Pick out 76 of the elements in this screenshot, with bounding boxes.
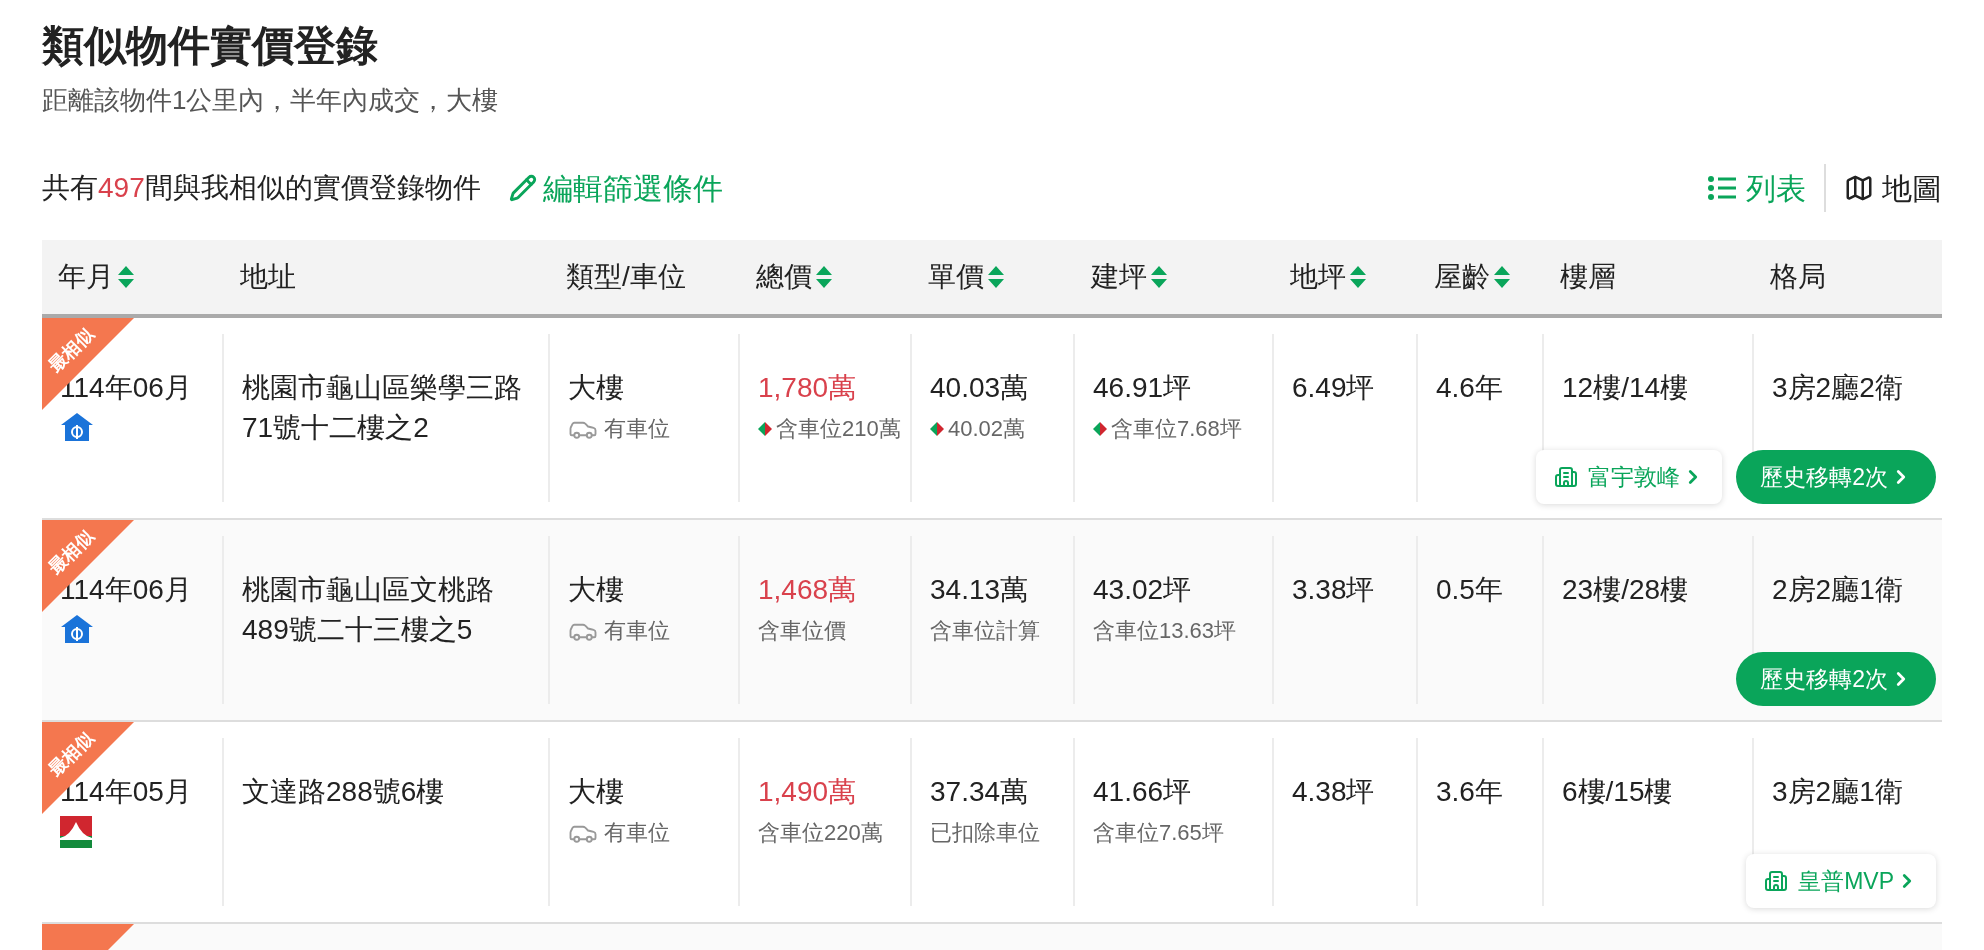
result-count-text: 共有497間與我相似的實價登錄物件 bbox=[42, 171, 481, 205]
mountain-logo-icon bbox=[60, 816, 92, 848]
age-text: 0.5年 bbox=[1436, 573, 1504, 607]
building-area-note: 含車位13.63坪 bbox=[1093, 617, 1237, 645]
list-icon bbox=[1708, 175, 1736, 201]
page-title: 類似物件實價登錄 bbox=[42, 21, 379, 71]
view-tab[interactable]: 地圖 bbox=[1844, 165, 1942, 211]
building-icon bbox=[1554, 465, 1579, 489]
view-tab[interactable]: 列表 bbox=[1708, 165, 1806, 211]
total-price-note: 含車位210萬 bbox=[776, 415, 901, 443]
history-button[interactable]: 歷史移轉2次 bbox=[1736, 450, 1936, 504]
diamond-icon bbox=[930, 422, 944, 436]
column-header: 總價 bbox=[756, 260, 812, 294]
parking-text: 有車位 bbox=[604, 819, 670, 847]
building-icon bbox=[1764, 869, 1789, 893]
column-header: 單價 bbox=[928, 260, 984, 294]
unit-price-note: 含車位計算 bbox=[930, 617, 1040, 645]
parking-text: 有車位 bbox=[604, 415, 670, 443]
column-header: 樓層 bbox=[1560, 260, 1616, 294]
unit-price-text: 40.03萬 bbox=[930, 371, 1030, 405]
land-area-text: 4.38坪 bbox=[1292, 775, 1376, 809]
sort-icon[interactable] bbox=[815, 265, 833, 289]
address-text: 桃園市龜山區樂學三路71號十二樓之2 bbox=[242, 371, 523, 445]
diamond-icon bbox=[1093, 422, 1107, 436]
bank-house-icon bbox=[60, 412, 94, 442]
address-text: 桃園市龜山區文桃路489號二十三樓之5 bbox=[242, 573, 495, 647]
total-price-text: 1,780萬 bbox=[758, 371, 858, 405]
layout-text: 3房2廳2衛 bbox=[1772, 371, 1904, 405]
column-header: 建坪 bbox=[1091, 260, 1147, 294]
building-area-text: 43.02坪 bbox=[1093, 573, 1193, 607]
pencil-icon bbox=[508, 174, 537, 202]
edit-filter-link[interactable]: 編輯篩選條件 bbox=[508, 165, 723, 211]
community-button[interactable]: 富宇敦峰 bbox=[1536, 450, 1723, 504]
column-header: 地址 bbox=[240, 260, 296, 294]
age-text: 3.6年 bbox=[1436, 775, 1504, 809]
column-header: 屋齡 bbox=[1434, 260, 1490, 294]
community-button[interactable]: 皇普MVP bbox=[1746, 854, 1936, 908]
column-header: 年月 bbox=[58, 260, 114, 294]
history-button[interactable]: 歷史移轉2次 bbox=[1736, 652, 1936, 706]
sort-icon[interactable] bbox=[1150, 265, 1168, 289]
total-price-text: 1,468萬 bbox=[758, 573, 858, 607]
property-type-text: 大樓 bbox=[568, 573, 625, 607]
total-price-text: 1,490萬 bbox=[758, 775, 858, 809]
floor-text: 23樓/28樓 bbox=[1562, 573, 1690, 607]
map-icon bbox=[1844, 173, 1874, 203]
building-area-text: 46.91坪 bbox=[1093, 371, 1193, 405]
building-area-text: 41.66坪 bbox=[1093, 775, 1193, 809]
layout-text: 2房2廳1衛 bbox=[1772, 573, 1904, 607]
land-area-text: 6.49坪 bbox=[1292, 371, 1376, 405]
unit-price-note: 已扣除車位 bbox=[930, 819, 1040, 847]
column-header: 地坪 bbox=[1290, 260, 1346, 294]
floor-text: 6樓/15樓 bbox=[1562, 775, 1674, 809]
unit-price-text: 37.34萬 bbox=[930, 775, 1030, 809]
column-header: 格局 bbox=[1770, 260, 1826, 294]
property-type-text: 大樓 bbox=[568, 775, 625, 809]
bank-house-icon bbox=[60, 614, 94, 644]
unit-price-note: 40.02萬 bbox=[948, 415, 1026, 443]
sort-icon[interactable] bbox=[1493, 265, 1511, 289]
total-price-note: 含車位價 bbox=[758, 617, 846, 645]
property-type-text: 大樓 bbox=[568, 371, 625, 405]
land-area-text: 3.38坪 bbox=[1292, 573, 1376, 607]
age-text: 4.6年 bbox=[1436, 371, 1504, 405]
layout-text: 3房2廳1衛 bbox=[1772, 775, 1904, 809]
diamond-icon bbox=[758, 422, 772, 436]
unit-price-text: 34.13萬 bbox=[930, 573, 1030, 607]
address-text: 文達路288號6樓 bbox=[242, 775, 446, 809]
total-price-note: 含車位220萬 bbox=[758, 819, 883, 847]
building-area-note: 含車位7.68坪 bbox=[1111, 415, 1242, 443]
floor-text: 12樓/14樓 bbox=[1562, 371, 1690, 405]
page-subtitle: 距離該物件1公里內，半年內成交，大樓 bbox=[42, 84, 500, 117]
column-header: 類型/車位 bbox=[566, 260, 686, 294]
building-area-note: 含車位7.65坪 bbox=[1093, 819, 1224, 847]
sort-icon[interactable] bbox=[1349, 265, 1367, 289]
sort-icon[interactable] bbox=[117, 265, 135, 289]
sort-icon[interactable] bbox=[987, 265, 1005, 289]
parking-text: 有車位 bbox=[604, 617, 670, 645]
